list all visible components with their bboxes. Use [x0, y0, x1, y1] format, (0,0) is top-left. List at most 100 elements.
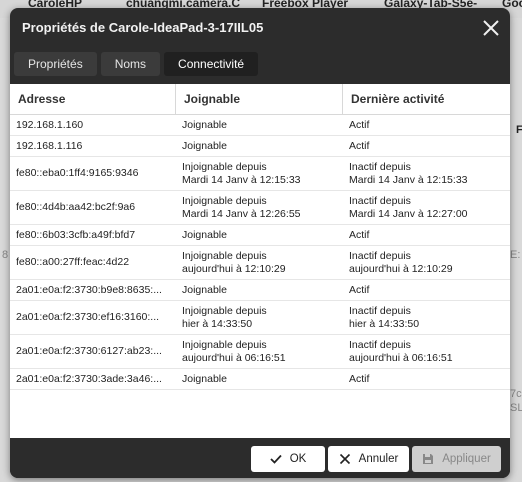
apply-button[interactable]: Appliquer — [412, 446, 501, 472]
reachable-cell-line: aujourd'hui à 06:16:51 — [182, 351, 286, 364]
background-fragment: 8 — [2, 249, 9, 261]
reachable-cell: Joignable — [176, 284, 343, 297]
last-activity-cell: Actif — [343, 284, 510, 297]
address-cell-line: 2a01:e0a:f2:3730:6127:ab23:... — [16, 345, 162, 357]
table-row[interactable]: fe80::4d4b:aa42:bc2f:9a6 Injoignable depu… — [10, 191, 510, 225]
address-cell-line: 192.168.1.116 — [16, 139, 83, 152]
reachable-cell: Injoignable depuis Mardi 14 Janv à 12:15:… — [176, 161, 343, 187]
background-fragment: 7c5 — [510, 388, 522, 400]
reachable-cell: Injoignable depuis aujourd'hui à 12:10:29 — [176, 250, 343, 276]
reachable-cell-line: hier à 14:33:50 — [182, 317, 253, 330]
last-activity-cell-line: Actif — [349, 283, 370, 296]
reachable-cell: Injoignable depuis aujourd'hui à 06:16:51 — [176, 339, 343, 365]
close-icon[interactable] — [482, 19, 500, 37]
table-row[interactable]: fe80::eba0:1ff4:9165:9346 Injoignable dep… — [10, 157, 510, 191]
column-header-reachable[interactable]: Joignable — [176, 84, 343, 114]
tab-noms[interactable]: Noms — [100, 52, 161, 76]
last-activity-cell: Actif — [343, 373, 510, 386]
last-activity-cell-line: Actif — [349, 139, 370, 152]
last-activity-cell-line: Inactif depuis — [349, 249, 411, 262]
background-fragment: E: — [510, 249, 521, 261]
last-activity-cell-line: Mardi 14 Janv à 12:27:00 — [349, 207, 468, 220]
address-cell: 2a01:e0a:f2:3730:b9e8:8635:... — [10, 284, 176, 297]
reachable-cell: Joignable — [176, 119, 343, 132]
last-activity-cell: Inactif depuis aujourd'hui à 06:16:51 — [343, 339, 510, 365]
last-activity-cell-line: aujourd'hui à 12:10:29 — [349, 262, 453, 275]
address-cell-line: fe80::4d4b:aa42:bc2f:9a6 — [16, 201, 136, 213]
reachable-cell-line: Joignable — [182, 118, 227, 131]
last-activity-cell-line: Inactif depuis — [349, 304, 411, 317]
address-cell: 192.168.1.160 — [10, 119, 176, 132]
reachable-cell-line: Mardi 14 Janv à 12:15:33 — [182, 173, 301, 186]
last-activity-cell: Actif — [343, 119, 510, 132]
address-cell-line: fe80::a00:27ff:feac:4d22 — [16, 256, 130, 268]
address-cell-line: fe80::6b03:3cfb:a49f:bfd7 — [16, 228, 136, 241]
reachable-cell: Injoignable depuis Mardi 14 Janv à 12:26:… — [176, 195, 343, 221]
connectivity-table: Adresse Joignable Dernière activité 192.… — [10, 84, 510, 438]
address-cell: fe80::6b03:3cfb:a49f:bfd7 — [10, 229, 176, 242]
reachable-cell-line: Mardi 14 Janv à 12:26:55 — [182, 207, 301, 220]
tab-connectivite[interactable]: Connectivité — [164, 52, 259, 76]
tab-proprietes[interactable]: Propriétés — [14, 52, 97, 76]
address-cell: fe80::a00:27ff:feac:4d22 — [10, 256, 176, 269]
table-row[interactable]: 2a01:e0a:f2:3730:b9e8:8635:... Joignable A… — [10, 280, 510, 301]
last-activity-cell: Inactif depuis Mardi 14 Janv à 12:15:33 — [343, 161, 510, 187]
table-row[interactable]: 192.168.1.160 Joignable Actif — [10, 115, 510, 136]
address-cell: 2a01:e0a:f2:3730:6127:ab23:... — [10, 345, 176, 358]
address-cell-line: 2a01:e0a:f2:3730:ef16:3160:... — [16, 311, 160, 323]
apply-button-label: Appliquer — [442, 453, 491, 465]
address-cell: 2a01:e0a:f2:3730:3ade:3a46:... — [10, 373, 176, 386]
last-activity-cell-line: hier à 14:33:50 — [349, 317, 420, 330]
check-icon — [270, 454, 282, 464]
table-row[interactable]: 2a01:e0a:f2:3730:3ade:3a46:... Joignable A… — [10, 369, 510, 390]
address-cell: 192.168.1.116 — [10, 140, 176, 153]
reachable-cell-line: Injoignable depuis — [182, 304, 267, 317]
ok-button[interactable]: OK — [251, 446, 325, 472]
table-row[interactable]: 2a01:e0a:f2:3730:6127:ab23:... Injoignabl… — [10, 335, 510, 369]
address-cell-line: fe80::eba0:1ff4:9165:9346 — [16, 167, 139, 179]
table-row[interactable]: fe80::a00:27ff:feac:4d22 Injoignable depu… — [10, 246, 510, 280]
last-activity-cell-line: Inactif depuis — [349, 338, 411, 351]
table-row[interactable]: 192.168.1.116 Joignable Actif — [10, 136, 510, 157]
reachable-cell-line: Injoignable depuis — [182, 160, 267, 173]
cancel-button-label: Annuler — [358, 453, 399, 465]
address-cell-line: 2a01:e0a:f2:3730:b9e8:8635:... — [16, 283, 162, 296]
last-activity-cell: Actif — [343, 140, 510, 153]
reachable-cell: Joignable — [176, 373, 343, 386]
reachable-cell-line: Joignable — [182, 283, 227, 296]
background-fragment: SL — [510, 402, 522, 414]
reachable-cell-line: Injoignable depuis — [182, 194, 267, 207]
reachable-cell-line: Joignable — [182, 139, 227, 152]
last-activity-cell: Inactif depuis Mardi 14 Janv à 12:27:00 — [343, 195, 510, 221]
reachable-cell-line: Injoignable depuis — [182, 249, 267, 262]
column-header-last-activity[interactable]: Dernière activité — [343, 84, 510, 114]
table-header: Adresse Joignable Dernière activité — [10, 84, 510, 115]
table-row[interactable]: fe80::6b03:3cfb:a49f:bfd7 Joignable Actif — [10, 225, 510, 246]
properties-dialog: Propriétés de Carole-IdeaPad-3-17IIL05 P… — [10, 8, 510, 478]
reachable-cell: Injoignable depuis hier à 14:33:50 — [176, 305, 343, 331]
address-cell: fe80::eba0:1ff4:9165:9346 — [10, 167, 176, 180]
column-header-address[interactable]: Adresse — [10, 84, 176, 114]
reachable-cell-line: Injoignable depuis — [182, 338, 267, 351]
last-activity-cell-line: aujourd'hui à 06:16:51 — [349, 351, 453, 364]
table-body: 192.168.1.160 Joignable Actif 192.168.1.116… — [10, 115, 510, 390]
last-activity-cell-line: Inactif depuis — [349, 194, 411, 207]
last-activity-cell-line: Actif — [349, 118, 370, 131]
dialog-footer: OK Annuler Appliquer — [10, 438, 510, 478]
dialog-title: Propriétés de Carole-IdeaPad-3-17IIL05 — [22, 20, 264, 35]
background-fragment: F — [516, 124, 522, 136]
last-activity-cell: Inactif depuis hier à 14:33:50 — [343, 305, 510, 331]
address-cell-line: 2a01:e0a:f2:3730:3ade:3a46:... — [16, 372, 162, 385]
cancel-button[interactable]: Annuler — [328, 446, 409, 472]
last-activity-cell-line: Inactif depuis — [349, 160, 411, 173]
reachable-cell: Joignable — [176, 140, 343, 153]
table-row[interactable]: 2a01:e0a:f2:3730:ef16:3160:... Injoignabl… — [10, 301, 510, 335]
last-activity-cell-line: Actif — [349, 372, 370, 385]
x-icon — [339, 453, 350, 465]
address-cell: 2a01:e0a:f2:3730:ef16:3160:... — [10, 311, 176, 324]
last-activity-cell: Inactif depuis aujourd'hui à 12:10:29 — [343, 250, 510, 276]
reachable-cell-line: aujourd'hui à 12:10:29 — [182, 262, 286, 275]
last-activity-cell: Actif — [343, 229, 510, 242]
tab-bar: Propriétés Noms Connectivité — [14, 52, 259, 76]
reachable-cell-line: Joignable — [182, 372, 227, 385]
